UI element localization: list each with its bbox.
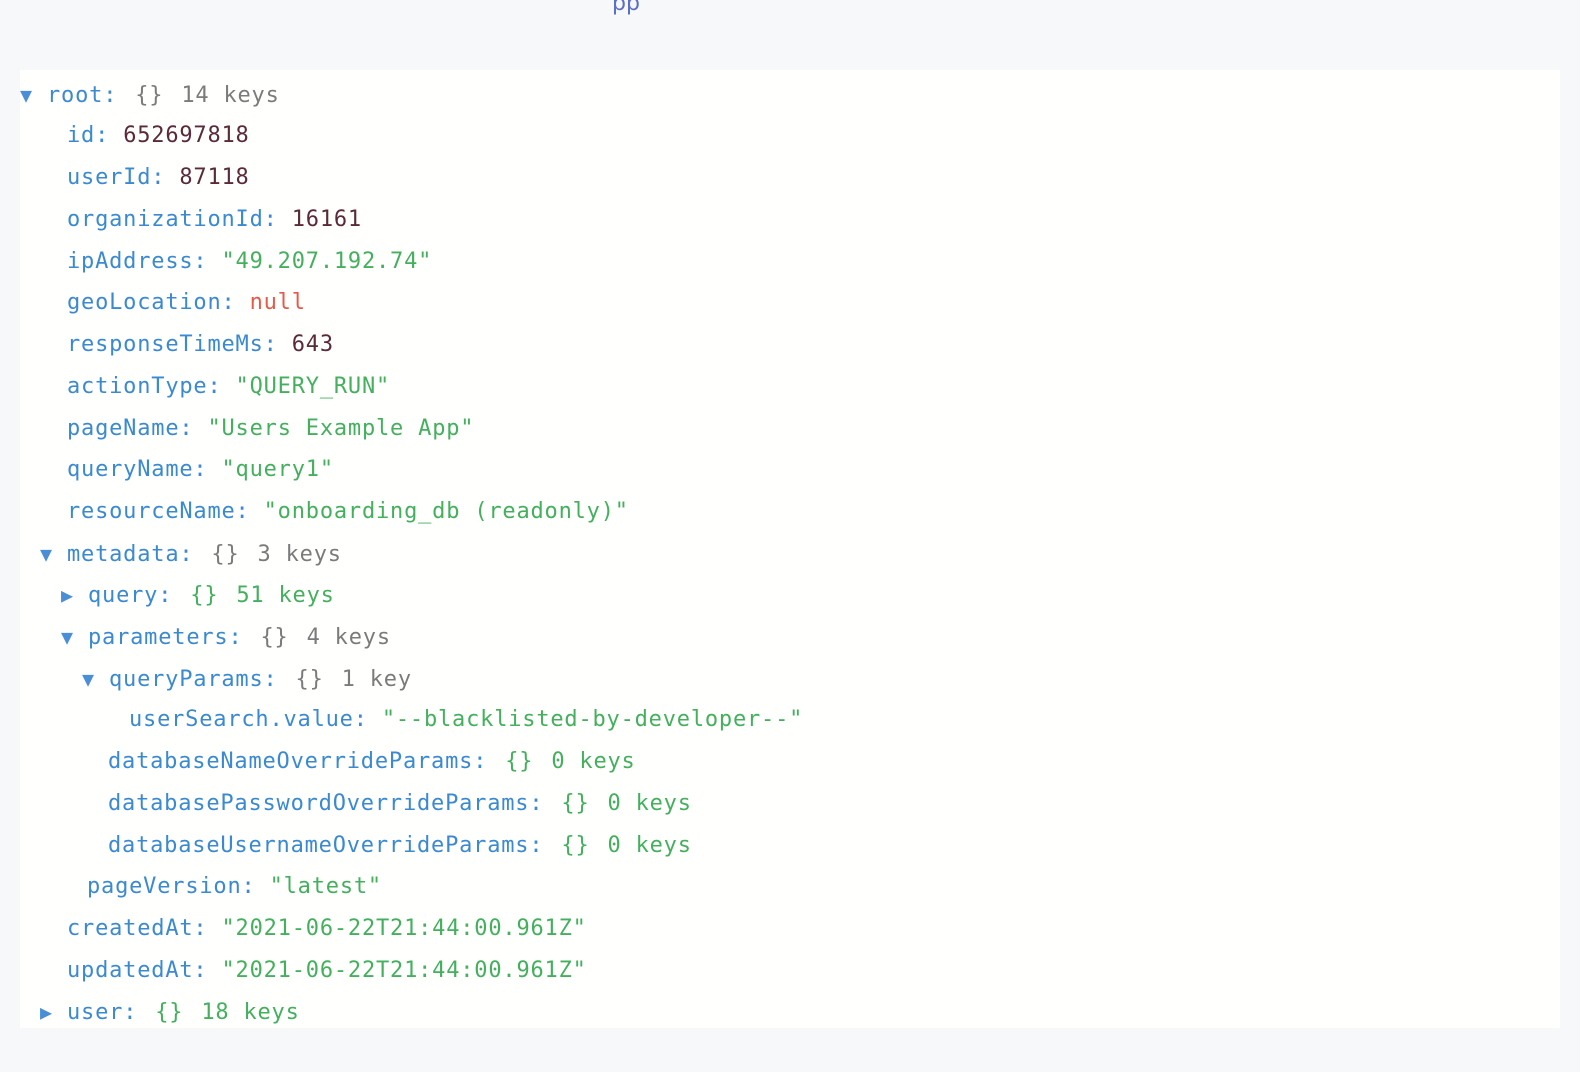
tree-node-metadata[interactable]: ▼ metadata:{} 3 keys [40, 534, 342, 574]
caret-down-icon[interactable]: ▼ [40, 534, 67, 574]
caret-down-icon[interactable]: ▼ [61, 617, 88, 657]
leaf-value: "2021-06-22T21:44:00.961Z" [221, 916, 587, 941]
node-key: databasePasswordOverrideParams [108, 791, 530, 816]
leaf-value: "query1" [221, 457, 334, 482]
leaf-key: pageName [67, 416, 180, 441]
node-key: parameters [88, 625, 229, 650]
leaf-value: "--blacklisted-by-developer--" [381, 707, 804, 732]
key-count: 18 keys [201, 1000, 300, 1025]
key-count: 0 keys [607, 833, 692, 858]
tree-node-databaseUsernameOverrideParams: databaseUsernameOverrideParams:{} 0 keys [108, 833, 692, 858]
leaf-key: createdAt [67, 916, 194, 941]
key-count: 1 key [341, 667, 412, 692]
caret-down-icon[interactable]: ▼ [20, 75, 47, 115]
tree-leaf-organizationId: organizationId: 16161 [67, 207, 362, 232]
caret-right-icon[interactable]: ▶ [40, 992, 67, 1032]
object-braces: {} [561, 833, 590, 858]
key-count: 51 keys [236, 583, 335, 608]
tree-leaf-ipAddress: ipAddress: "49.207.192.74" [67, 249, 433, 274]
leaf-value: "QUERY_RUN" [235, 374, 391, 399]
leaf-key: organizationId [67, 207, 264, 232]
key-count: 4 keys [306, 625, 391, 650]
object-braces: {} [260, 625, 289, 650]
leaf-value: 87118 [179, 165, 250, 190]
leaf-key: ipAddress [67, 249, 194, 274]
tree-node-queryParams[interactable]: ▼ queryParams:{} 1 key [82, 659, 412, 699]
tree-node-parameters[interactable]: ▼ parameters:{} 4 keys [61, 617, 391, 657]
tree-leaf-pageName: pageName: "Users Example App" [67, 416, 475, 441]
leaf-value: "2021-06-22T21:44:00.961Z" [221, 958, 587, 983]
node-key: databaseNameOverrideParams [108, 749, 474, 774]
leaf-value: "49.207.192.74" [221, 249, 433, 274]
tree-node-databasePasswordOverrideParams: databasePasswordOverrideParams:{} 0 keys [108, 791, 692, 816]
tree-leaf-userSearch-value: userSearch.value: "--blacklisted-by-deve… [129, 707, 804, 732]
tree-leaf-actionType: actionType: "QUERY_RUN" [67, 374, 391, 399]
tree-node-root[interactable]: ▼ root:{} 14 keys [20, 75, 280, 115]
leaf-key: resourceName [67, 499, 236, 524]
node-key: metadata [67, 542, 180, 567]
node-key: databaseUsernameOverrideParams [108, 833, 530, 858]
leaf-key: id [67, 123, 96, 148]
leaf-value: 652697818 [123, 123, 250, 148]
leaf-value: 16161 [291, 207, 362, 232]
leaf-value: 643 [291, 332, 334, 357]
node-key: user [67, 1000, 124, 1025]
caret-down-icon[interactable]: ▼ [82, 659, 109, 699]
object-braces: {} [295, 667, 324, 692]
tree-node-databaseNameOverrideParams: databaseNameOverrideParams:{} 0 keys [108, 749, 636, 774]
tree-leaf-queryName: queryName: "query1" [67, 457, 334, 482]
leaf-key: updatedAt [67, 958, 194, 983]
key-count: 0 keys [551, 749, 636, 774]
leaf-value: "onboarding_db (readonly)" [263, 499, 629, 524]
tree-leaf-resourceName: resourceName: "onboarding_db (readonly)" [67, 499, 629, 524]
tree-node-user[interactable]: ▶ user:{} 18 keys [40, 992, 300, 1032]
tree-leaf-geoLocation: geoLocation: null [67, 290, 306, 315]
leaf-key: geoLocation [67, 290, 222, 315]
key-count: 0 keys [607, 791, 692, 816]
tree-leaf-userId: userId: 87118 [67, 165, 250, 190]
tree-leaf-responseTimeMs: responseTimeMs: 643 [67, 332, 334, 357]
leaf-value: "latest" [269, 874, 382, 899]
object-braces: {} [190, 583, 219, 608]
tree-leaf-createdAt: createdAt: "2021-06-22T21:44:00.961Z" [67, 916, 587, 941]
object-braces: {} [155, 1000, 184, 1025]
node-key: query [88, 583, 159, 608]
key-count: 14 keys [181, 83, 280, 108]
leaf-value: null [249, 290, 306, 315]
header-title-fragment: pp [612, 0, 640, 16]
leaf-key: responseTimeMs [67, 332, 264, 357]
node-key: root [47, 83, 104, 108]
object-braces: {} [561, 791, 590, 816]
leaf-key: actionType [67, 374, 208, 399]
key-count: 3 keys [257, 542, 342, 567]
tree-leaf-id: id: 652697818 [67, 123, 250, 148]
node-key: queryParams [109, 667, 264, 692]
object-braces: {} [211, 542, 240, 567]
tree-leaf-pageVersion: pageVersion: "latest" [87, 874, 382, 899]
tree-node-query[interactable]: ▶ query:{} 51 keys [61, 575, 335, 615]
leaf-key: userId [67, 165, 152, 190]
tree-leaf-updatedAt: updatedAt: "2021-06-22T21:44:00.961Z" [67, 958, 587, 983]
caret-right-icon[interactable]: ▶ [61, 575, 88, 615]
object-braces: {} [135, 83, 164, 108]
leaf-value: "Users Example App" [207, 416, 475, 441]
object-braces: {} [505, 749, 534, 774]
leaf-key: queryName [67, 457, 194, 482]
leaf-key: pageVersion [87, 874, 242, 899]
leaf-key: userSearch.value [129, 707, 354, 732]
json-tree-viewer: ▼ root:{} 14 keys id: 652697818 userId: 87… [20, 70, 1560, 1028]
